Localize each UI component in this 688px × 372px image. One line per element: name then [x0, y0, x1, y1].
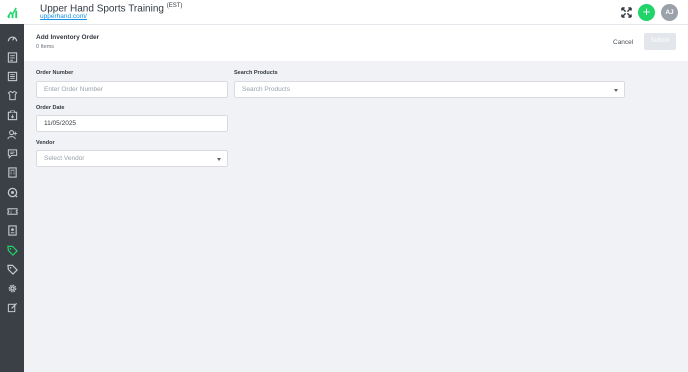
sidebar-item-events[interactable] [4, 68, 20, 84]
submit-button[interactable]: Submit [644, 33, 676, 50]
reports-icon [7, 109, 17, 120]
vendor-select[interactable]: Select Vendor [36, 150, 228, 167]
clients-icon [6, 129, 17, 139]
sidebar-item-settings[interactable] [4, 280, 20, 296]
order-number-label: Order Number [36, 70, 74, 76]
search-products-placeholder: Search Products [242, 86, 291, 93]
accounting-icon [7, 166, 17, 178]
sidebar [0, 0, 24, 372]
marketing-edit-icon [7, 302, 17, 312]
timezone: (EST) [166, 3, 183, 9]
sidebar-item-memberships[interactable] [4, 184, 20, 200]
search-products-label: Search Products [234, 70, 278, 76]
sidebar-item-marketing[interactable] [4, 299, 20, 315]
memberships-icon [7, 187, 18, 198]
cancel-button[interactable]: Cancel [613, 39, 633, 46]
sidebar-item-messages[interactable] [4, 145, 20, 161]
order-number-input[interactable]: Enter Order Number [36, 81, 228, 98]
order-date-value: 11/05/2025 [44, 120, 77, 127]
sidebar-item-accounting[interactable] [4, 164, 20, 180]
vendor-placeholder: Select Vendor [44, 155, 85, 162]
calendar-icon [7, 51, 17, 63]
sidebar-item-staff[interactable] [4, 87, 20, 103]
sidebar-item-credit-passes[interactable] [4, 203, 20, 219]
vendor-label: Vendor [36, 140, 55, 146]
upper-hand-logo-icon [6, 6, 17, 18]
chevron-down-icon [217, 158, 221, 161]
logo[interactable] [0, 0, 24, 24]
chevron-down-icon [614, 89, 618, 92]
expand-icon [620, 6, 632, 18]
sidebar-item-reports[interactable] [4, 107, 20, 123]
page-header: Add Inventory Order 0 Items Cancel Submi… [24, 25, 688, 61]
search-products-select[interactable]: Search Products [234, 81, 625, 98]
sidebar-item-coupons[interactable] [4, 261, 20, 277]
dashboard-icon [7, 36, 17, 41]
sidebar-item-clients[interactable] [4, 126, 20, 142]
events-icon [7, 71, 17, 81]
sidebar-item-dashboard[interactable] [4, 30, 20, 46]
contracts-icon [7, 224, 17, 236]
sidebar-item-inventory[interactable] [4, 242, 20, 258]
order-date-input[interactable]: 11/05/2025 [36, 115, 228, 132]
top-bar: Upper Hand Sports Training (EST) upperha… [0, 0, 688, 25]
item-count: 0 Items [36, 44, 55, 50]
quick-add-button[interactable]: + [638, 4, 655, 21]
credit-passes-icon [6, 207, 18, 215]
sidebar-item-calendar[interactable] [4, 49, 20, 65]
avatar[interactable]: AJ [661, 4, 678, 21]
staff-icon [7, 90, 17, 100]
sidebar-item-contracts[interactable] [4, 222, 20, 238]
fullscreen-button[interactable] [619, 5, 633, 19]
order-number-placeholder: Enter Order Number [44, 86, 103, 93]
page-title: Add Inventory Order [36, 34, 100, 41]
coupons-tag-icon [6, 264, 18, 275]
gear-icon [8, 284, 16, 292]
order-date-label: Order Date [36, 105, 65, 111]
messages-icon [7, 148, 17, 159]
business-url-link[interactable]: upperhand.com/ [40, 13, 87, 20]
inventory-tag-icon [6, 245, 18, 256]
